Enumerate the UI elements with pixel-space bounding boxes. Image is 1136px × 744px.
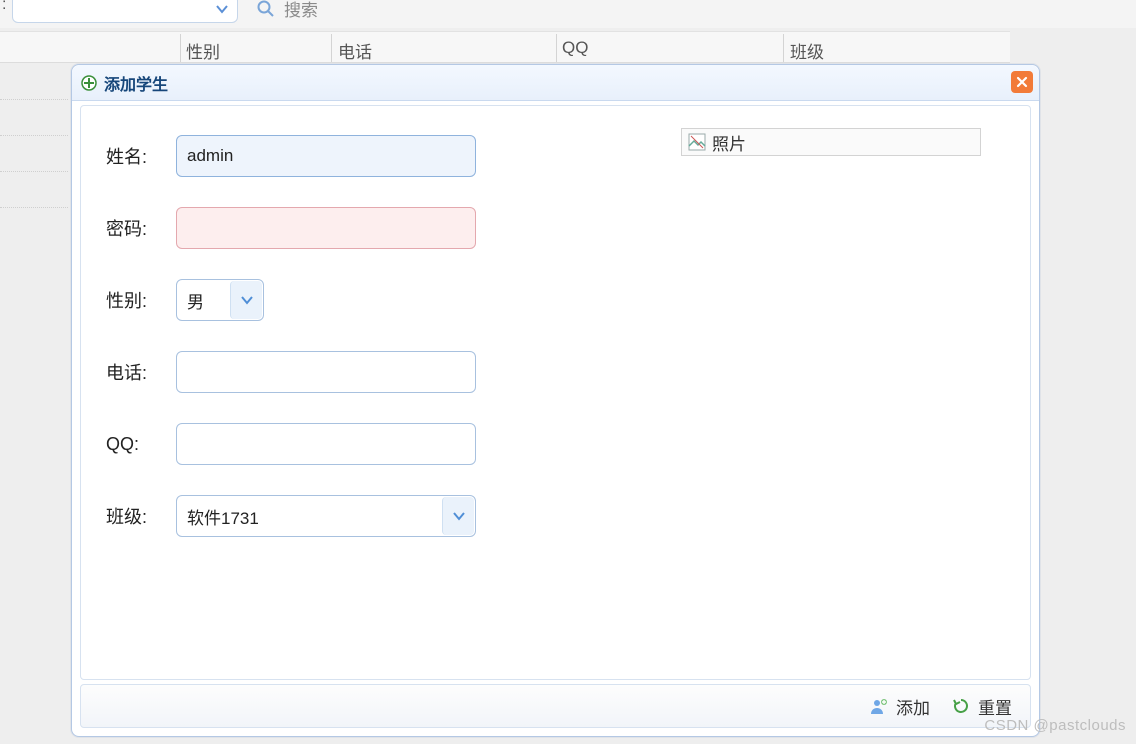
header-divider <box>783 34 784 62</box>
class-input[interactable] <box>176 495 476 537</box>
col-qq[interactable]: QQ <box>562 38 588 58</box>
row-qq: QQ: <box>106 422 476 466</box>
chevron-down-icon <box>211 0 233 20</box>
qq-input[interactable] <box>176 423 476 465</box>
reset-button[interactable]: 重置 <box>952 694 1012 719</box>
class-combo[interactable] <box>176 495 476 537</box>
row-phone: 电话: <box>106 350 476 394</box>
top-toolbar: : 搜索 <box>0 0 1136 28</box>
col-phone[interactable]: 电话 <box>338 38 372 63</box>
label-password: 密码: <box>106 215 176 241</box>
search-button[interactable]: 搜索 <box>256 0 318 21</box>
toolbar-colon: : <box>2 0 6 14</box>
grid-row-stubs <box>0 64 68 208</box>
password-input[interactable] <box>176 207 476 249</box>
row-gender: 性别: <box>106 278 476 322</box>
search-icon <box>256 0 276 19</box>
dialog-body: 姓名: 密码: 性别: 电话: Q <box>80 105 1031 680</box>
row-class: 班级: <box>106 494 476 538</box>
phone-input[interactable] <box>176 351 476 393</box>
name-input[interactable] <box>176 135 476 177</box>
col-class[interactable]: 班级 <box>790 38 824 63</box>
add-button[interactable]: 添加 <box>870 694 930 719</box>
header-divider <box>180 34 181 62</box>
label-gender: 性别: <box>106 287 176 313</box>
label-qq: QQ: <box>106 434 176 455</box>
close-icon <box>1016 76 1028 88</box>
student-form: 姓名: 密码: 性别: 电话: Q <box>106 134 476 566</box>
col-gender[interactable]: 性别 <box>186 38 220 63</box>
photo-label: 照片 <box>712 130 746 155</box>
broken-image-icon <box>688 133 706 151</box>
add-student-dialog: 添加学生 姓名: 密码: 性别: <box>71 64 1040 737</box>
plus-icon <box>80 74 98 92</box>
header-divider <box>556 34 557 62</box>
row-password: 密码: <box>106 206 476 250</box>
dialog-footer: 添加 重置 <box>80 684 1031 728</box>
grid-header: 性别 电话 QQ 班级 <box>0 31 1010 63</box>
label-phone: 电话: <box>106 359 176 385</box>
header-divider <box>331 34 332 62</box>
add-button-label: 添加 <box>896 694 930 719</box>
dialog-header[interactable]: 添加学生 <box>72 65 1039 101</box>
dialog-title: 添加学生 <box>104 71 168 95</box>
person-add-icon <box>870 697 888 715</box>
chevron-down-icon[interactable] <box>442 497 474 535</box>
photo-placeholder[interactable]: 照片 <box>681 128 981 156</box>
close-button[interactable] <box>1011 71 1033 93</box>
gender-combo[interactable] <box>176 279 264 321</box>
chevron-down-icon[interactable] <box>230 281 262 319</box>
label-class: 班级: <box>106 503 176 529</box>
row-name: 姓名: <box>106 134 476 178</box>
refresh-icon <box>952 697 970 715</box>
search-label: 搜索 <box>284 0 318 21</box>
top-filter-combo[interactable] <box>12 0 238 23</box>
reset-button-label: 重置 <box>978 694 1012 719</box>
label-name: 姓名: <box>106 143 176 169</box>
